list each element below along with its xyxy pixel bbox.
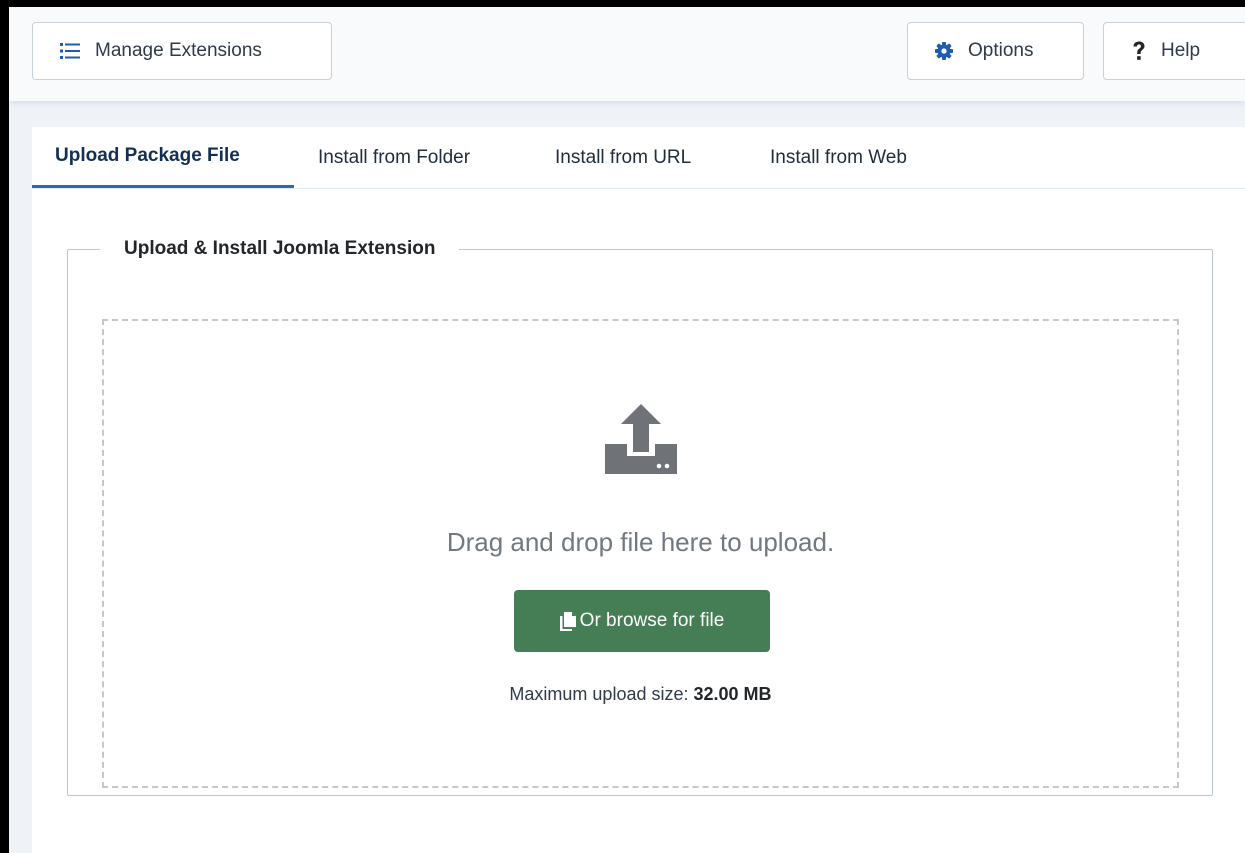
browse-label: Or browse for file	[579, 610, 725, 631]
fieldset-legend: Upload & Install Joomla Extension	[124, 238, 436, 259]
question-icon	[1132, 41, 1146, 61]
browse-file-button[interactable]: Or browse for file	[514, 590, 770, 652]
gear-icon	[935, 42, 953, 60]
tab-upload-package-file[interactable]: Upload Package File	[32, 127, 294, 188]
toolbar: Manage Extensions Options Help	[9, 7, 1245, 101]
drag-drop-text: Drag and drop file here to upload.	[446, 527, 835, 557]
tab-label: Install from Web	[770, 146, 907, 168]
max-size-value: 32.00 MB	[693, 684, 772, 704]
options-button[interactable]: Options	[907, 22, 1084, 80]
help-label: Help	[1161, 40, 1201, 61]
manage-extensions-label: Manage Extensions	[95, 40, 262, 61]
tab-install-from-folder[interactable]: Install from Folder	[318, 127, 470, 188]
max-upload-size: Maximum upload size: 32.00 MB	[104, 684, 1177, 705]
tab-label: Install from Folder	[318, 146, 471, 168]
installer-card: Upload Package File Install from Folder …	[32, 127, 1245, 853]
drop-zone[interactable]: Drag and drop file here to upload. Or br…	[102, 319, 1179, 788]
tab-label: Install from URL	[555, 146, 692, 168]
tab-label: Upload Package File	[55, 145, 240, 166]
tab-install-from-web[interactable]: Install from Web	[770, 127, 907, 188]
help-button[interactable]: Help	[1103, 22, 1245, 80]
tab-bar: Upload Package File Install from Folder …	[32, 127, 1245, 189]
copy-icon	[559, 611, 576, 631]
app-frame: Manage Extensions Options Help Upload Pa…	[9, 7, 1245, 853]
tab-install-from-url[interactable]: Install from URL	[555, 127, 691, 188]
options-label: Options	[968, 40, 1034, 61]
list-icon	[60, 43, 80, 59]
upload-icon	[605, 404, 677, 479]
manage-extensions-button[interactable]: Manage Extensions	[32, 22, 332, 80]
max-size-label: Maximum upload size:	[509, 684, 689, 704]
